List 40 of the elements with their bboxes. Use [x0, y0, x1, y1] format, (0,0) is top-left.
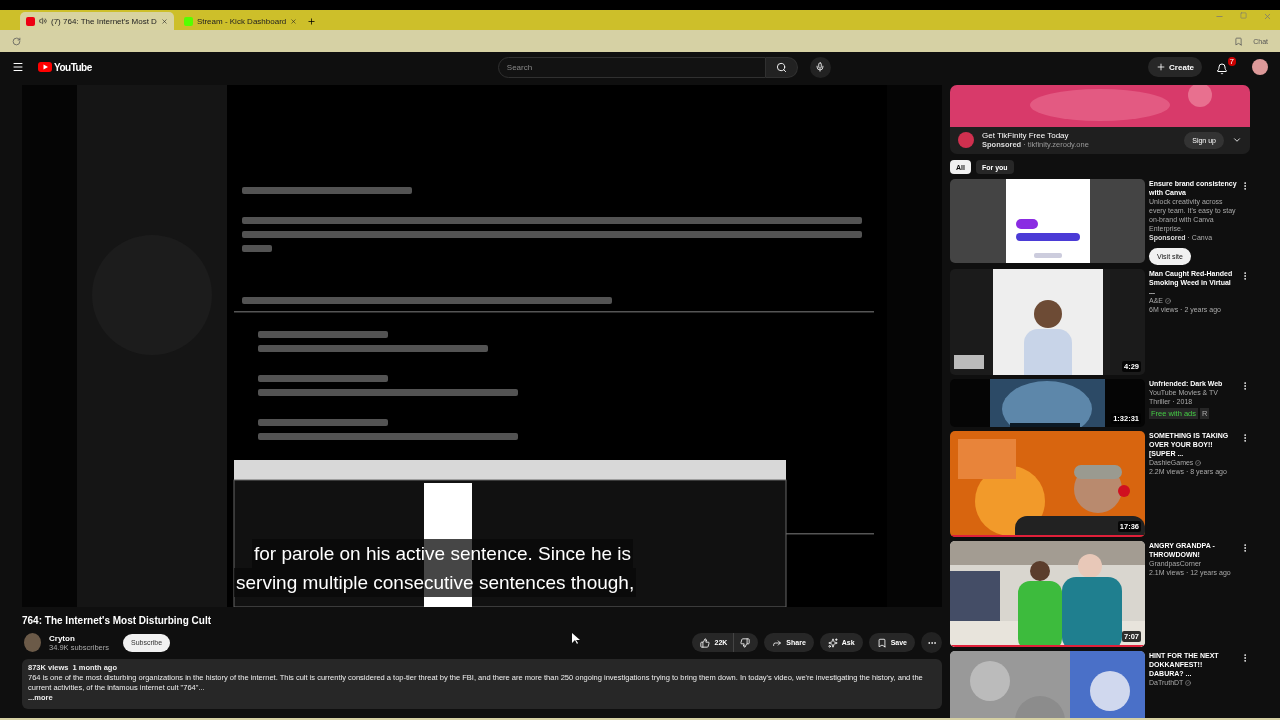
site-icon [183, 16, 193, 26]
search-button[interactable] [765, 56, 798, 78]
bell-icon [1216, 63, 1228, 75]
mouse-cursor-icon [572, 633, 580, 644]
thumbs-up-icon [700, 637, 711, 648]
close-icon [1263, 12, 1272, 21]
speaker-icon [39, 17, 47, 25]
reload-icon [12, 36, 21, 46]
youtube-logo[interactable]: YouTube [38, 61, 92, 73]
notifications-button[interactable]: 7 [1216, 57, 1236, 77]
browser-tab[interactable]: Stream - Kick Dashboard [177, 12, 304, 30]
new-tab-icon [307, 17, 317, 26]
channel-name[interactable]: Cryton [49, 633, 110, 643]
dislike-button[interactable] [734, 633, 759, 652]
description-panel[interactable] [22, 659, 942, 709]
bookmark-icon [876, 637, 887, 648]
video-title: 764: The Internet's Most Disturbing Cult [22, 615, 213, 626]
advertiser-logo [958, 132, 974, 148]
voice-search-button[interactable] [809, 56, 831, 78]
channel-avatar[interactable] [24, 633, 41, 652]
notification-count: 7 [1227, 57, 1236, 66]
close-icon [290, 17, 298, 25]
share-icon [772, 637, 783, 648]
search-field[interactable]: Search [497, 56, 766, 78]
create-button[interactable]: Create [1148, 57, 1202, 77]
plus-icon [1156, 62, 1167, 72]
site-icon [26, 16, 35, 26]
ad-title[interactable]: Get TikFinity Free Today [982, 131, 1185, 140]
chevron-down-icon [1232, 135, 1242, 145]
more-actions-button[interactable] [921, 632, 942, 653]
browser-tab[interactable]: (7) 764: The Internet's Most D [20, 12, 174, 30]
account-avatar[interactable] [1252, 59, 1268, 75]
sparkle-icon [827, 637, 838, 648]
maximize-icon [1240, 12, 1247, 19]
microphone-icon [815, 62, 826, 72]
search-icon [775, 61, 787, 73]
menu-icon [12, 61, 24, 73]
play-logo-icon [38, 62, 52, 72]
close-icon [160, 17, 168, 25]
thumbs-down-icon [740, 637, 751, 648]
